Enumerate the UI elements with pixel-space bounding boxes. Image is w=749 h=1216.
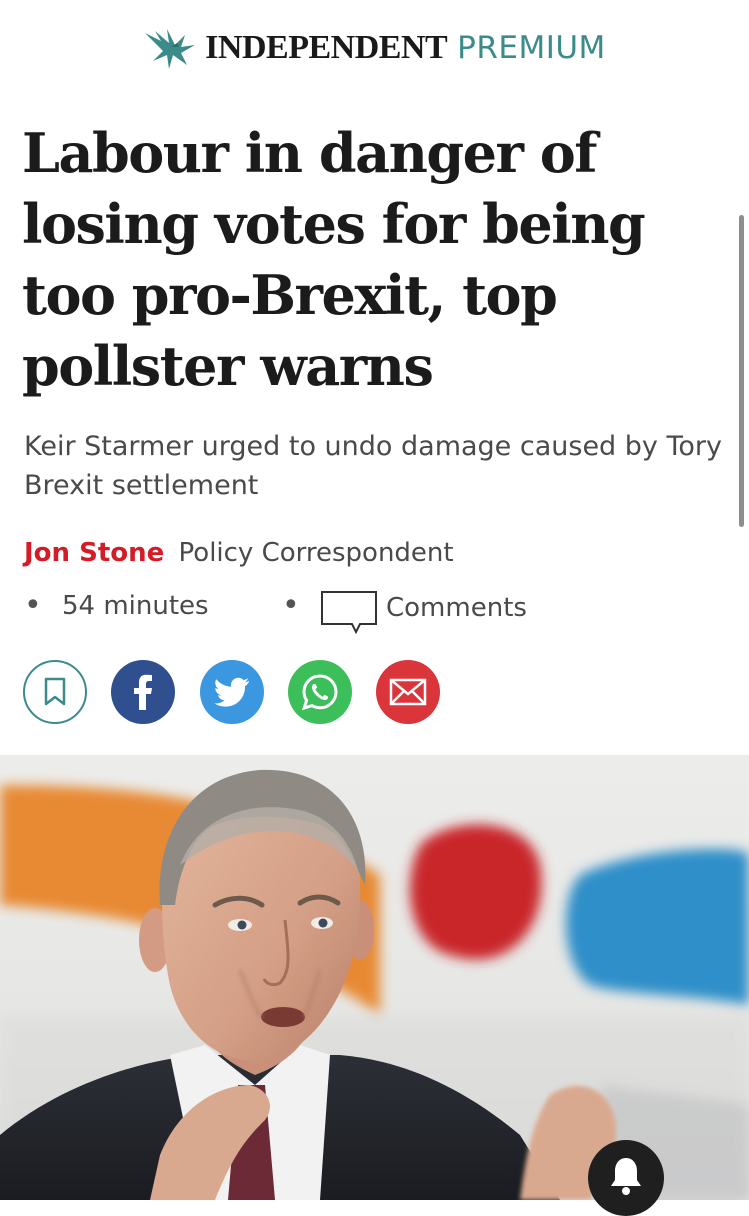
author-role: Policy Correspondent	[178, 538, 454, 568]
facebook-icon	[134, 674, 152, 710]
mail-icon	[389, 678, 427, 706]
bookmark-icon	[44, 677, 66, 706]
eagle-icon	[145, 29, 196, 69]
notifications-button[interactable]	[588, 1140, 664, 1216]
publish-time: 54 minutes	[62, 591, 209, 621]
email-share-button[interactable]	[376, 660, 440, 724]
byline: Jon Stone Policy Correspondent	[24, 535, 454, 571]
premium-label: PREMIUM	[457, 30, 606, 66]
hero-image	[0, 755, 749, 1200]
share-bar	[23, 660, 463, 726]
brand-wordmark: INDEPENDENT	[205, 29, 448, 66]
meta-bullet: •	[24, 588, 42, 623]
scrollbar-thumb[interactable]	[739, 215, 744, 527]
masthead[interactable]: INDEPENDENT PREMIUM	[0, 20, 749, 76]
meta-bullet: •	[282, 588, 300, 623]
facebook-share-button[interactable]	[111, 660, 175, 724]
author-link[interactable]: Jon Stone	[24, 538, 164, 568]
twitter-icon	[214, 677, 249, 707]
bell-icon	[611, 1158, 641, 1195]
article-standfirst: Keir Starmer urged to undo damage caused…	[24, 431, 722, 501]
bookmark-button[interactable]	[23, 660, 87, 724]
article-headline: Labour in danger of losing votes for bei…	[22, 121, 646, 398]
article-meta: • 54 minutes • Comments	[24, 588, 724, 634]
comments-link[interactable]: Comments	[386, 590, 527, 626]
hero-photo	[0, 769, 749, 1200]
whatsapp-share-button[interactable]	[288, 660, 352, 724]
whatsapp-icon	[301, 674, 338, 711]
twitter-share-button[interactable]	[200, 660, 264, 724]
speech-bubble-icon[interactable]	[320, 590, 380, 634]
